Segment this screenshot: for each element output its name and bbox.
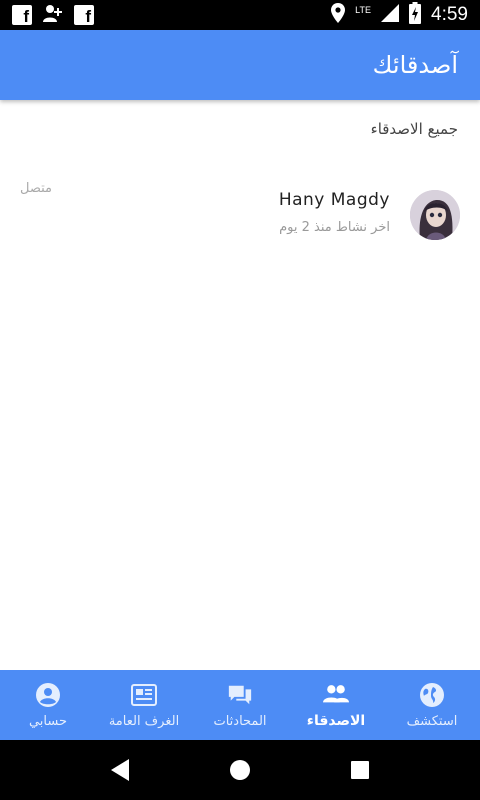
section-title: جميع الاصدقاء bbox=[370, 120, 458, 138]
back-icon[interactable] bbox=[105, 755, 135, 785]
recents-icon[interactable] bbox=[345, 755, 375, 785]
home-icon[interactable] bbox=[225, 755, 255, 785]
app-bar: آصدقائك bbox=[0, 30, 480, 100]
page-title: آصدقائك bbox=[372, 51, 458, 79]
nav-my-account[interactable]: حسابي bbox=[0, 670, 96, 740]
avatar[interactable] bbox=[410, 190, 460, 240]
system-navigation-bar bbox=[0, 740, 480, 800]
nav-chats[interactable]: المحادثات bbox=[192, 670, 288, 740]
online-status: متصل bbox=[20, 181, 53, 196]
nav-friends[interactable]: الاصدقاء bbox=[288, 670, 384, 740]
clock: 4:59 bbox=[431, 4, 468, 25]
network-type: LTE bbox=[355, 5, 372, 15]
friend-name: Hany Magdy bbox=[278, 190, 390, 210]
add-friend-icon bbox=[42, 3, 64, 27]
friend-list-item[interactable]: Hany Magdy اخر نشاط منذ 2 يوم متصل bbox=[0, 180, 480, 250]
account-icon bbox=[35, 682, 61, 708]
bottom-navigation: استكشف الاصدقاء المحادثات الغرف العامة ح… bbox=[0, 670, 480, 740]
facebook-icon: f bbox=[74, 5, 94, 25]
nav-explore[interactable]: استكشف bbox=[384, 670, 480, 740]
people-icon bbox=[323, 681, 349, 707]
system-status: LTE 4:59 bbox=[331, 2, 468, 28]
nav-public-rooms[interactable]: الغرف العامة bbox=[96, 670, 192, 740]
nav-label: الغرف العامة bbox=[108, 713, 180, 729]
friend-last-active: اخر نشاط منذ 2 يوم bbox=[279, 220, 390, 235]
nav-label: المحادثات bbox=[213, 713, 267, 729]
nav-label: حسابي bbox=[28, 713, 68, 729]
nav-label: الاصدقاء bbox=[306, 713, 366, 729]
signal-icon bbox=[381, 4, 400, 26]
newspaper-icon bbox=[131, 682, 157, 708]
status-bar: f f LTE 4:59 bbox=[0, 0, 480, 30]
notification-icons: f f bbox=[12, 3, 94, 27]
battery-charging-icon bbox=[409, 2, 422, 28]
facebook-icon: f bbox=[12, 5, 32, 25]
chat-icon bbox=[227, 682, 253, 708]
globe-icon bbox=[419, 682, 445, 708]
location-icon bbox=[331, 3, 346, 27]
nav-label: استكشف bbox=[406, 713, 458, 729]
